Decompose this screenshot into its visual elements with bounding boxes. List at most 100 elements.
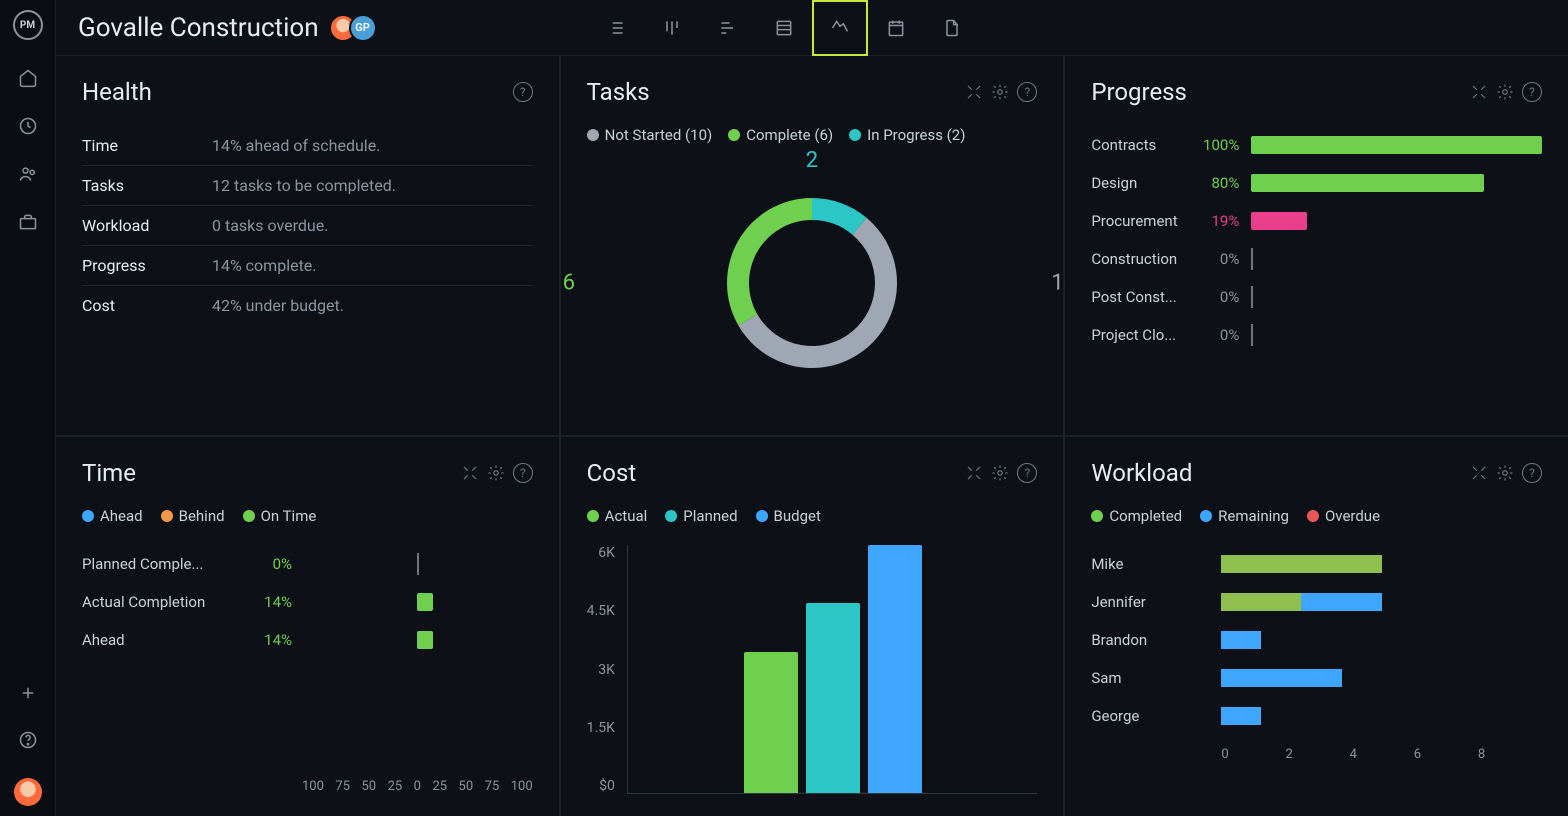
legend-item[interactable]: Budget <box>756 507 821 525</box>
topbar: Govalle Construction GP <box>56 0 1568 56</box>
legend-dot-icon <box>587 129 599 141</box>
health-label: Time <box>82 136 212 155</box>
legend-label: Actual <box>605 507 648 525</box>
cost-bar[interactable] <box>868 545 922 793</box>
legend-item[interactable]: Behind <box>161 507 225 525</box>
legend-item[interactable]: Complete (6) <box>728 126 833 144</box>
progress-label: Design <box>1091 174 1191 192</box>
time-percent: 14% <box>242 593 292 611</box>
legend-item[interactable]: Remaining <box>1200 507 1289 525</box>
help-icon[interactable]: ? <box>1522 82 1542 102</box>
cost-bar[interactable] <box>806 603 860 793</box>
expand-icon[interactable] <box>1470 82 1488 102</box>
panel-title: Tasks <box>587 78 650 106</box>
axis-tick: 50 <box>361 779 376 794</box>
legend-dot-icon <box>82 510 94 522</box>
health-value: 42% under budget. <box>212 296 344 315</box>
view-sheet-icon[interactable] <box>756 0 812 56</box>
view-file-icon[interactable] <box>924 0 980 56</box>
avatar-initials[interactable]: GP <box>349 14 377 42</box>
progress-label: Project Clo... <box>1091 326 1191 344</box>
axis-tick: 0 <box>414 779 421 794</box>
panel-title: Progress <box>1091 78 1187 106</box>
help-icon[interactable]: ? <box>513 463 533 483</box>
workload-remaining-bar[interactable] <box>1221 631 1261 649</box>
gear-icon[interactable] <box>1496 82 1514 102</box>
legend-item[interactable]: Overdue <box>1307 507 1380 525</box>
workload-row: Sam <box>1091 659 1542 697</box>
gear-icon[interactable] <box>991 82 1009 102</box>
workload-row: George <box>1091 697 1542 735</box>
gear-icon[interactable] <box>1496 463 1514 483</box>
legend-item[interactable]: In Progress (2) <box>849 126 965 144</box>
view-board-icon[interactable] <box>644 0 700 56</box>
axis-tick: 2 <box>1285 747 1349 762</box>
progress-track <box>1251 250 1542 268</box>
member-avatars[interactable]: GP <box>337 14 377 42</box>
view-list-icon[interactable] <box>588 0 644 56</box>
clock-icon[interactable] <box>18 116 38 136</box>
expand-icon[interactable] <box>965 82 983 102</box>
view-dashboard-icon[interactable] <box>812 0 868 56</box>
legend-dot-icon <box>849 129 861 141</box>
progress-percent: 100% <box>1191 136 1239 154</box>
workload-completed-bar[interactable] <box>1221 593 1301 611</box>
axis-tick: 50 <box>459 779 474 794</box>
help-icon[interactable]: ? <box>1017 463 1037 483</box>
axis-tick: 1.5K <box>587 720 615 736</box>
view-gantt-icon[interactable] <box>700 0 756 56</box>
app-logo[interactable]: PM <box>13 10 43 40</box>
help-icon[interactable] <box>18 730 38 750</box>
axis-tick: 25 <box>388 779 403 794</box>
current-user-avatar[interactable] <box>14 778 42 806</box>
briefcase-icon[interactable] <box>18 212 38 232</box>
time-label: Actual Completion <box>82 593 242 611</box>
legend-item[interactable]: Planned <box>665 507 737 525</box>
health-row: Tasks12 tasks to be completed. <box>82 166 533 206</box>
help-icon[interactable]: ? <box>513 82 533 102</box>
legend-item[interactable]: Actual <box>587 507 648 525</box>
progress-tick <box>1251 248 1253 270</box>
panel-title: Time <box>82 459 136 487</box>
health-value: 0 tasks overdue. <box>212 216 328 235</box>
workload-completed-bar[interactable] <box>1221 555 1381 573</box>
progress-track <box>1251 288 1542 306</box>
legend-item[interactable]: Ahead <box>82 507 143 525</box>
health-row: Time14% ahead of schedule. <box>82 126 533 166</box>
legend-item[interactable]: Not Started (10) <box>587 126 713 144</box>
view-calendar-icon[interactable] <box>868 0 924 56</box>
axis-tick: 4.5K <box>587 603 615 619</box>
cost-bar[interactable] <box>744 652 798 793</box>
workload-track <box>1221 555 1542 573</box>
workload-label: Mike <box>1091 555 1221 573</box>
legend-item[interactable]: Completed <box>1091 507 1182 525</box>
time-percent: 0% <box>242 555 292 573</box>
donut-segment[interactable] <box>727 198 812 326</box>
legend-label: Remaining <box>1218 507 1289 525</box>
time-bar <box>417 631 433 649</box>
expand-icon[interactable] <box>965 463 983 483</box>
workload-remaining-bar[interactable] <box>1221 707 1261 725</box>
time-row: Planned Comple... 0% <box>82 545 533 583</box>
axis-tick: 6 <box>1414 747 1478 762</box>
legend-label: Not Started (10) <box>605 126 713 144</box>
workload-remaining-bar[interactable] <box>1221 669 1341 687</box>
axis-tick: 25 <box>432 779 447 794</box>
time-track <box>302 593 533 611</box>
help-icon[interactable]: ? <box>1017 82 1037 102</box>
progress-row: Contracts 100% <box>1091 126 1542 164</box>
legend-item[interactable]: On Time <box>243 507 317 525</box>
progress-percent: 80% <box>1191 174 1239 192</box>
gear-icon[interactable] <box>991 463 1009 483</box>
help-icon[interactable]: ? <box>1522 463 1542 483</box>
expand-icon[interactable] <box>461 463 479 483</box>
progress-percent: 0% <box>1191 250 1239 268</box>
panel-title: Cost <box>587 459 637 487</box>
home-icon[interactable] <box>18 68 38 88</box>
workload-remaining-bar[interactable] <box>1301 593 1381 611</box>
gear-icon[interactable] <box>487 463 505 483</box>
people-icon[interactable] <box>18 164 38 184</box>
plus-icon[interactable] <box>19 684 37 702</box>
expand-icon[interactable] <box>1470 463 1488 483</box>
workload-track <box>1221 593 1542 611</box>
